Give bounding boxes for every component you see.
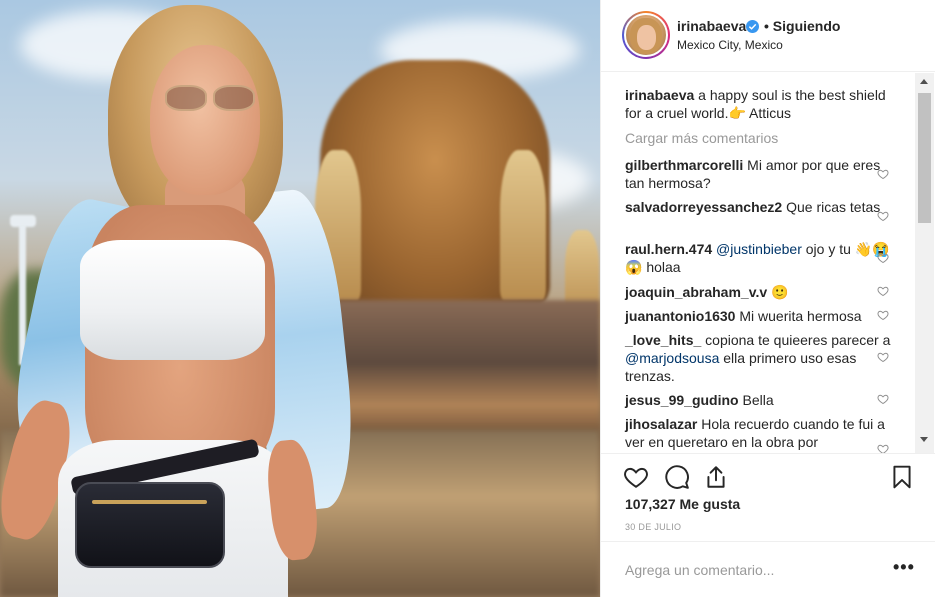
- comment-body: 🙂: [767, 284, 789, 300]
- avatar[interactable]: [624, 13, 668, 57]
- heart-outline-icon[interactable]: [623, 464, 649, 490]
- comment-item: _love_hits_ copiona te quieeres parecer …: [625, 331, 895, 385]
- comment-username[interactable]: salvadorreyessanchez2: [625, 199, 782, 215]
- heart-outline-icon[interactable]: [877, 351, 889, 363]
- comment-item: jihosalazar Hola recuerdo cuando te fui …: [625, 415, 895, 451]
- heart-outline-icon[interactable]: [877, 309, 889, 321]
- heart-outline-icon[interactable]: [877, 210, 889, 222]
- comments-scrollbar[interactable]: [915, 73, 934, 453]
- white-top: [80, 240, 265, 360]
- sunglasses-lens: [213, 85, 255, 111]
- caption-username[interactable]: irinabaeva: [625, 87, 694, 103]
- scroll-up-arrow-icon[interactable]: [920, 79, 928, 84]
- comment-body: Bella: [738, 392, 774, 408]
- post-actions-bar: [601, 453, 935, 498]
- verified-badge-icon: [746, 20, 759, 33]
- comment-mention[interactable]: @justinbieber: [712, 241, 802, 257]
- person-face: [150, 45, 260, 195]
- comment-item: gilberthmarcorelli Mi amor por que eres …: [625, 156, 895, 192]
- post-photo[interactable]: [0, 0, 600, 597]
- heart-outline-icon[interactable]: [877, 393, 889, 405]
- comment-username[interactable]: gilberthmarcorelli: [625, 157, 743, 173]
- comment-username[interactable]: jihosalazar: [625, 416, 697, 432]
- comment-body: Que ricas tetas: [782, 199, 881, 215]
- header-username[interactable]: irinabaeva: [677, 18, 746, 34]
- sunglasses-lens: [165, 85, 207, 111]
- likes-count[interactable]: 107,327 Me gusta: [625, 496, 740, 512]
- location-link[interactable]: Mexico City, Mexico: [677, 38, 783, 52]
- load-more-comments-button[interactable]: Cargar más comentarios: [625, 130, 778, 146]
- scrollbar-thumb[interactable]: [918, 93, 931, 223]
- caption: irinabaeva a happy soul is the best shie…: [625, 86, 895, 122]
- comment-username[interactable]: _love_hits_: [625, 332, 701, 348]
- comment-body: copiona te quieeres parecer a: [701, 332, 891, 348]
- post-header: irinabaeva • Siguiendo Mexico City, Mexi…: [601, 0, 935, 72]
- comment-item: jesus_99_gudino Bella: [625, 391, 895, 409]
- bookmark-icon[interactable]: [889, 464, 915, 490]
- comment-username[interactable]: juanantonio1630: [625, 308, 735, 324]
- comment-item: joaquin_abraham_v.v 🙂: [625, 283, 895, 301]
- story-ring[interactable]: [622, 11, 670, 59]
- comment-item: juanantonio1630 Mi wuerita hermosa: [625, 307, 895, 325]
- more-options-icon[interactable]: •••: [893, 558, 915, 576]
- comments-list[interactable]: irinabaeva a happy soul is the best shie…: [601, 73, 935, 453]
- post-side-panel: irinabaeva • Siguiendo Mexico City, Mexi…: [600, 0, 935, 597]
- comment-bubble-icon[interactable]: [664, 464, 690, 490]
- heart-outline-icon[interactable]: [877, 443, 889, 453]
- comment-item: salvadorreyessanchez2 Que ricas tetas: [625, 198, 895, 216]
- belt-bag-zipper: [92, 500, 207, 504]
- following-button[interactable]: • Siguiendo: [764, 18, 840, 34]
- statue: [500, 150, 546, 300]
- heart-outline-icon[interactable]: [877, 252, 889, 264]
- comment-mention[interactable]: @marjodsousa: [625, 350, 719, 366]
- heart-outline-icon[interactable]: [877, 168, 889, 180]
- share-upload-icon[interactable]: [703, 464, 729, 490]
- belt-bag: [75, 482, 225, 568]
- scroll-down-arrow-icon[interactable]: [920, 437, 928, 442]
- comment-username[interactable]: joaquin_abraham_v.v: [625, 284, 767, 300]
- comment-username[interactable]: raul.hern.474: [625, 241, 712, 257]
- comment-username[interactable]: jesus_99_gudino: [625, 392, 739, 408]
- comment-body: Mi wuerita hermosa: [735, 308, 862, 324]
- add-comment-input[interactable]: [625, 562, 875, 578]
- heart-outline-icon[interactable]: [877, 285, 889, 297]
- add-comment-section: •••: [601, 541, 935, 597]
- comment-item: raul.hern.474 @justinbieber ojo y tu 👋😭😱…: [625, 240, 895, 276]
- post-date[interactable]: 30 DE JULIO: [625, 522, 681, 532]
- avatar-face: [637, 25, 656, 50]
